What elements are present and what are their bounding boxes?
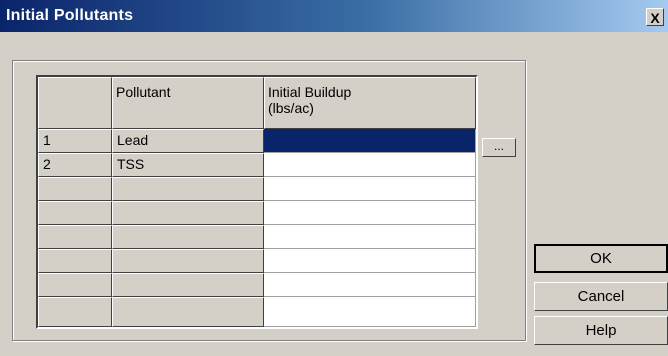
- row-number-6: [38, 249, 112, 273]
- close-icon: X: [650, 10, 660, 26]
- pollutant-cell-5: [112, 225, 264, 249]
- row-number-2: 2: [38, 153, 112, 177]
- pollutant-cell-1: Lead: [112, 129, 264, 153]
- ok-button[interactable]: OK: [534, 244, 668, 273]
- ellipsis-button[interactable]: ...: [482, 138, 516, 157]
- buildup-cell-7[interactable]: [264, 273, 476, 297]
- buildup-cell-3[interactable]: [264, 177, 476, 201]
- pollutant-cell-6: [112, 249, 264, 273]
- pollutant-cell-2: TSS: [112, 153, 264, 177]
- pollutant-cell-4: [112, 201, 264, 225]
- pollutant-cell-7: [112, 273, 264, 297]
- title-bar: Initial Pollutants X: [0, 0, 668, 32]
- buildup-cell-8[interactable]: [264, 297, 476, 327]
- header-pollutant: Pollutant: [112, 77, 264, 129]
- row-number-7: [38, 273, 112, 297]
- buildup-cell-6[interactable]: [264, 249, 476, 273]
- help-button[interactable]: Help: [534, 316, 668, 345]
- close-button[interactable]: X: [646, 8, 664, 26]
- grid-corner-header: [38, 77, 112, 129]
- pollutant-cell-3: [112, 177, 264, 201]
- buildup-cell-4[interactable]: [264, 201, 476, 225]
- window-title: Initial Pollutants: [6, 7, 134, 24]
- buildup-cell-2[interactable]: [264, 153, 476, 177]
- cancel-button[interactable]: Cancel: [534, 282, 668, 311]
- pollutant-grid[interactable]: Pollutant Initial Buildup (lbs/ac) 1 Lea…: [36, 75, 478, 329]
- row-number-8: [38, 297, 112, 327]
- row-number-5: [38, 225, 112, 249]
- header-initial-buildup: Initial Buildup (lbs/ac): [264, 77, 476, 129]
- row-number-1: 1: [38, 129, 112, 153]
- row-number-4: [38, 201, 112, 225]
- pollutant-cell-8: [112, 297, 264, 327]
- buildup-cell-5[interactable]: [264, 225, 476, 249]
- row-number-3: [38, 177, 112, 201]
- buildup-cell-1[interactable]: [264, 129, 476, 153]
